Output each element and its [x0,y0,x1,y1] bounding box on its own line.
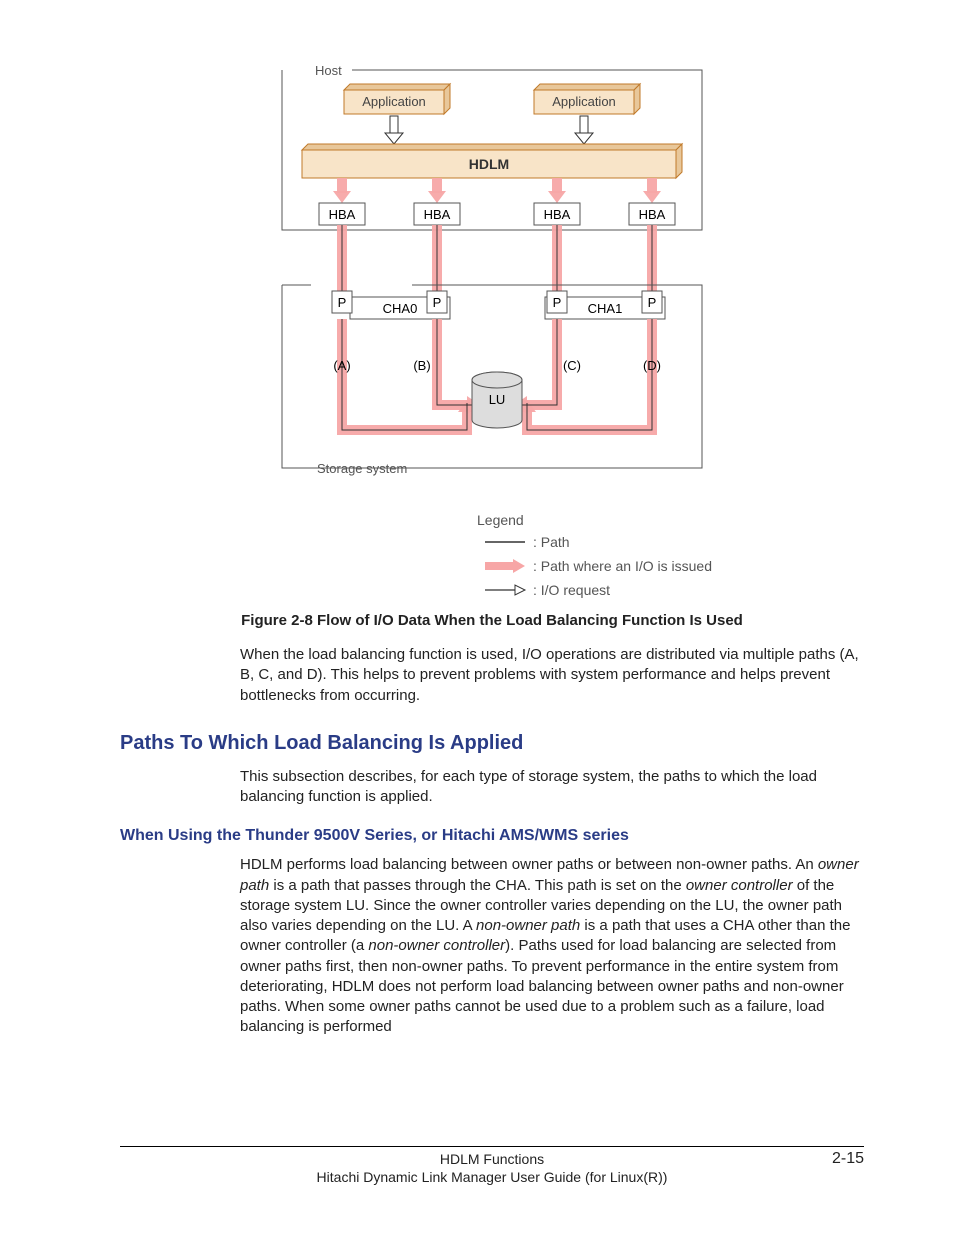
path-label-a: (A) [333,358,350,373]
svg-text:HDLM: HDLM [469,156,509,172]
footer-line-2: Hitachi Dynamic Link Manager User Guide … [120,1169,864,1185]
section-heading: Paths To Which Load Balancing Is Applied [120,732,864,755]
footer-line-1: HDLM Functions [120,1151,864,1167]
arrow-app2-down [575,116,593,144]
intro-paragraph: When the load balancing function is used… [120,645,864,706]
cha-row: CHA0 CHA1 P P P P [332,291,665,319]
io-flow-diagram: Host Application Application [267,60,717,602]
storage-label: Storage system [317,461,407,476]
lu-cylinder: LU [472,372,522,428]
svg-text:Application: Application [552,94,616,109]
svg-text:HBA: HBA [639,207,666,222]
svg-text:LU: LU [489,392,506,407]
legend-path-icon [477,537,533,547]
host-label: Host [315,63,342,78]
app-box-1: Application [344,84,450,114]
path-label-b: (B) [413,358,430,373]
subsection-heading: When Using the Thunder 9500V Series, or … [120,827,864,845]
path-label-d: (D) [643,358,661,373]
legend-io-icon [477,583,533,597]
hdlm-bar: HDLM [302,144,682,178]
svg-text:P: P [338,295,347,310]
svg-text:HBA: HBA [544,207,571,222]
legend-issued-icon [477,559,533,573]
svg-text:CHA1: CHA1 [588,301,623,316]
pink-arrows-hdlm-hba [333,178,661,203]
diagram-legend: Legend : Path : Path where an I/O is iss… [477,512,717,602]
app-box-2: Application [534,84,640,114]
svg-text:P: P [553,295,562,310]
path-label-c: (C) [563,358,581,373]
svg-text:P: P [433,295,442,310]
svg-text:HBA: HBA [424,207,451,222]
hba-boxes: HBA HBA HBA HBA [319,203,675,225]
section-intro-paragraph: This subsection describes, for each type… [120,767,864,808]
legend-issued-text: : Path where an I/O is issued [533,558,712,574]
svg-text:HBA: HBA [329,207,356,222]
arrow-app1-down [385,116,403,144]
legend-title: Legend [477,512,717,528]
svg-text:CHA0: CHA0 [383,301,418,316]
legend-io-text: : I/O request [533,582,610,598]
hba-to-p-paths [342,225,652,297]
figure-area: Host Application Application [120,60,864,602]
page-footer: 2-15 HDLM Functions Hitachi Dynamic Link… [120,1146,864,1185]
page-number: 2-15 [832,1150,864,1168]
svg-text:P: P [648,295,657,310]
svg-text:Application: Application [362,94,426,109]
subsection-paragraph: HDLM performs load balancing between own… [120,855,864,1037]
legend-path-text: : Path [533,534,570,550]
figure-caption: Figure 2-8 Flow of I/O Data When the Loa… [120,612,864,629]
